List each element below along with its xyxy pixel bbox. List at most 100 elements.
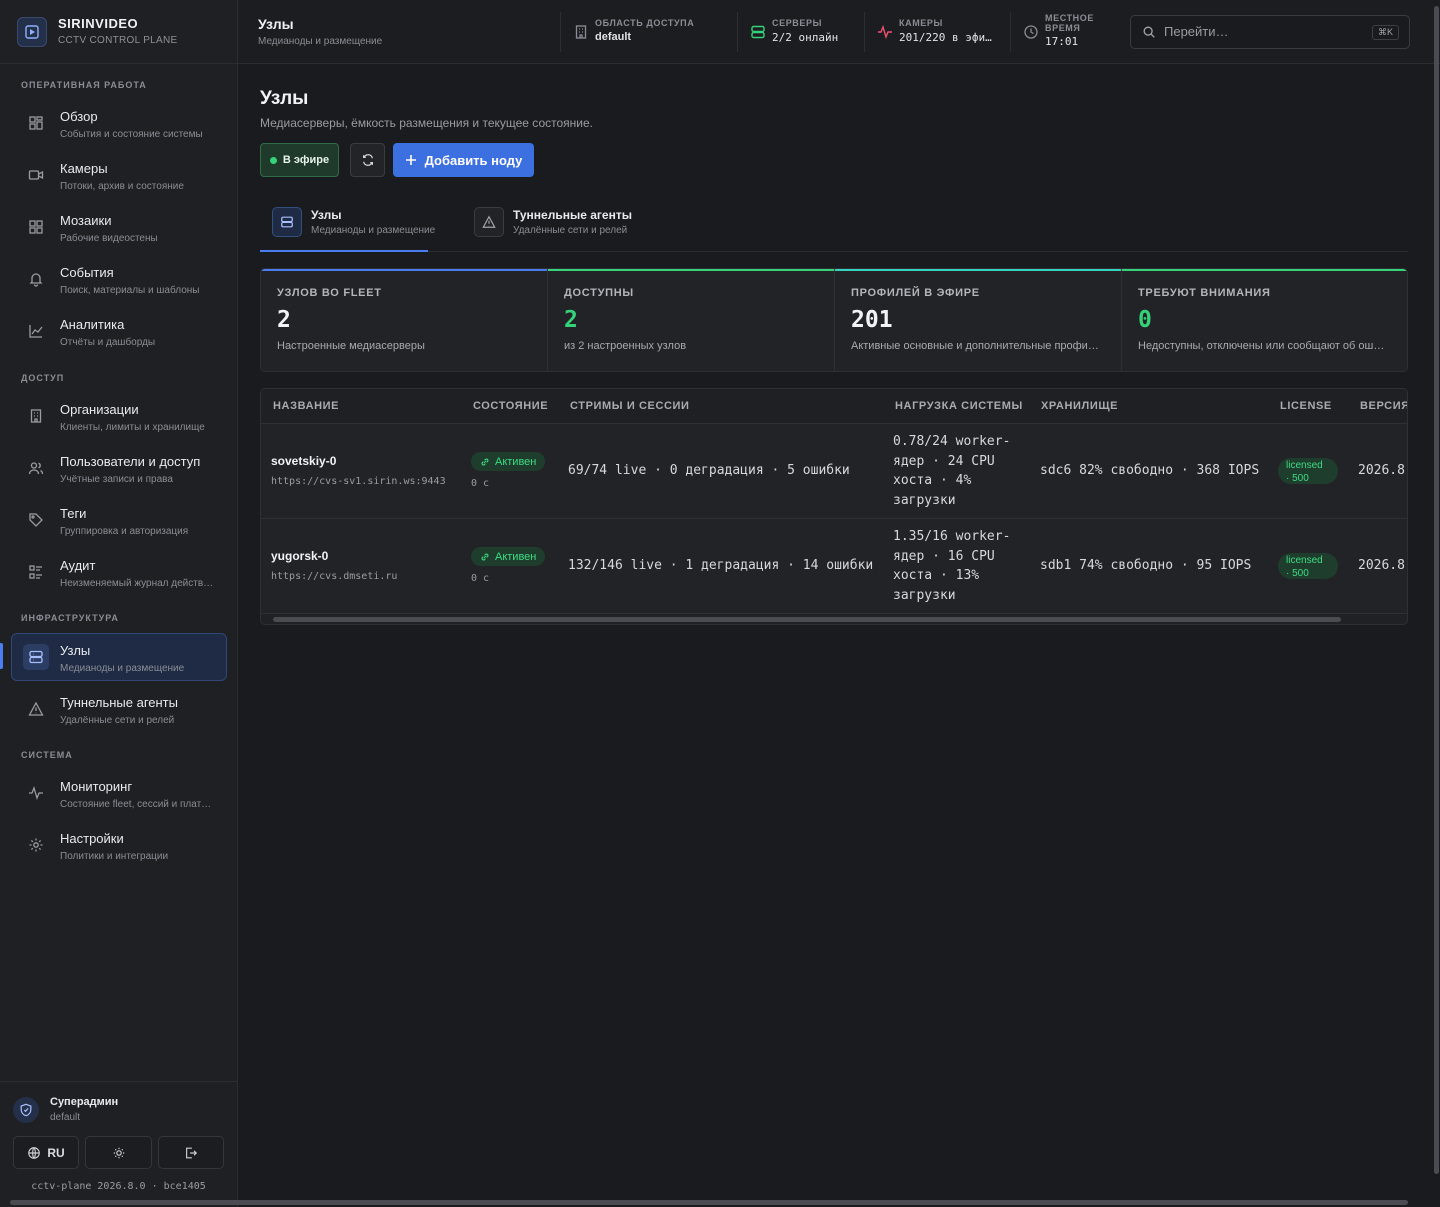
live-dot-icon xyxy=(269,156,277,164)
column-header[interactable]: LICENSE xyxy=(1280,400,1332,412)
building-icon xyxy=(573,24,589,40)
table-row[interactable]: sovetskiy-0 https://cvs-sv1.sirin.ws:944… xyxy=(261,424,1407,519)
sidebar: SIRINVIDEO CCTV CONTROL PLANE ОПЕРАТИВНА… xyxy=(0,0,238,1207)
sidebar-item-organizations[interactable]: Организации Клиенты, лимиты и хранилище xyxy=(11,392,227,440)
card-accent xyxy=(835,269,1121,271)
user-name: Суперадмин xyxy=(50,1096,119,1108)
globe-icon xyxy=(28,1146,41,1159)
sidebar-item-sub: События и состояние системы xyxy=(60,129,203,140)
sidebar-item-mosaics[interactable]: Мозаики Рабочие видеостены xyxy=(11,203,227,251)
table-row[interactable]: yugorsk-0 https://cvs.dmseti.ru Активен … xyxy=(261,519,1407,614)
load-line: ядер · 24 CPU xyxy=(893,453,995,469)
scrollbar-thumb[interactable] xyxy=(10,1200,1408,1205)
sidebar-item-overview[interactable]: Обзор События и состояние системы xyxy=(11,99,227,147)
table-scrollbar[interactable] xyxy=(261,615,1407,624)
tab-bar: Узлы Медианоды и размещение Туннельные а… xyxy=(260,207,1408,252)
shield-icon xyxy=(13,1097,39,1123)
link-icon xyxy=(481,553,489,560)
server-icon xyxy=(272,207,302,237)
scope-stat[interactable]: ОБЛАСТЬ ДОСТУПА default xyxy=(560,12,736,52)
status-age: 0 с xyxy=(471,478,490,489)
page-title: Узлы xyxy=(258,16,294,32)
clock-icon xyxy=(1023,24,1039,40)
status-badge: Активен xyxy=(471,547,546,566)
sidebar-item-monitoring[interactable]: Мониторинг Состояние fleet, сессий и пла… xyxy=(11,769,227,817)
sidebar-item-label: Мониторинг xyxy=(60,779,133,794)
sidebar-item-nodes[interactable]: Узлы Медианоды и размещение xyxy=(11,633,227,681)
section-system: СИСТЕМА xyxy=(21,750,73,760)
refresh-icon xyxy=(362,154,373,166)
logout-icon xyxy=(186,1147,198,1158)
logout-button[interactable] xyxy=(158,1136,224,1169)
sidebar-item-sub: Учётные записи и права xyxy=(60,474,173,485)
load-value: 0.78/24 worker- ядер · 24 CPU хоста · 4%… xyxy=(893,432,1010,510)
pulse-icon xyxy=(877,24,893,40)
card-label: ТРЕБУЮТ ВНИМАНИЯ xyxy=(1138,287,1271,299)
sidebar-item-tags[interactable]: Теги Группировка и авторизация xyxy=(11,496,227,544)
page-horizontal-scrollbar[interactable] xyxy=(0,1197,1432,1207)
card-attention: ТРЕБУЮТ ВНИМАНИЯ 0 Недоступны, отключены… xyxy=(1122,269,1407,371)
sidebar-item-label: Обзор xyxy=(60,109,98,124)
sidebar-item-sub: Клиенты, лимиты и хранилище xyxy=(60,422,205,433)
column-header[interactable]: НАГРУЗКА СИСТЕМЫ xyxy=(895,400,1023,412)
node-name[interactable]: sovetskiy-0 xyxy=(271,454,336,468)
sidebar-item-tunnel-agents[interactable]: Туннельные агенты Удалённые сети и релей xyxy=(11,685,227,733)
brand-name: SIRINVIDEO xyxy=(58,16,139,31)
cameras-value: 201/220 в эфи… xyxy=(899,31,992,44)
time-label-2: ВРЕМЯ xyxy=(1045,23,1081,33)
refresh-button[interactable] xyxy=(350,143,385,177)
load-line: ядер · 16 CPU xyxy=(893,548,995,564)
column-header[interactable]: ХРАНИЛИЩЕ xyxy=(1041,400,1118,412)
card-available: ДОСТУПНЫ 2 из 2 настроенных узлов xyxy=(548,269,835,371)
load-line: хоста · 4% xyxy=(893,473,972,488)
chart-icon xyxy=(26,321,46,341)
sun-icon xyxy=(113,1147,124,1158)
sidebar-item-label: Туннельные агенты xyxy=(60,695,178,710)
sidebar-item-audit[interactable]: Аудит Неизменяемый журнал действ… xyxy=(11,548,227,596)
sidebar-item-events[interactable]: События Поиск, материалы и шаблоны xyxy=(11,255,227,303)
table-header: НАЗВАНИЕ СОСТОЯНИЕ СТРИМЫ И СЕССИИ НАГРУ… xyxy=(261,389,1407,424)
tab-label: Узлы xyxy=(311,208,342,222)
scope-label: ОБЛАСТЬ ДОСТУПА xyxy=(595,18,695,28)
load-line: загрузки xyxy=(893,587,956,603)
column-header[interactable]: НАЗВАНИЕ xyxy=(273,400,339,412)
time-stat: МЕСТНОЕ ВРЕМЯ 17:01 xyxy=(1010,12,1118,52)
sidebar-item-label: События xyxy=(60,265,114,280)
scrollbar-thumb[interactable] xyxy=(273,617,1341,622)
sidebar-item-label: Аудит xyxy=(60,558,96,573)
servers-stat: СЕРВЕРЫ 2/2 онлайн xyxy=(737,12,863,52)
column-header[interactable]: СТРИМЫ И СЕССИИ xyxy=(570,400,690,412)
tab-label: Туннельные агенты xyxy=(513,208,632,222)
theme-toggle-button[interactable] xyxy=(85,1136,152,1169)
card-value: 2 xyxy=(564,307,578,333)
sidebar-item-users[interactable]: Пользователи и доступ Учётные записи и п… xyxy=(11,444,227,492)
sidebar-item-label: Организации xyxy=(60,402,139,417)
tab-nodes[interactable]: Узлы Медианоды и размещение xyxy=(260,203,435,252)
node-name[interactable]: yugorsk-0 xyxy=(271,549,328,563)
sidebar-item-label: Мозаики xyxy=(60,213,112,228)
sidebar-item-label: Аналитика xyxy=(60,317,125,332)
sidebar-item-label: Камеры xyxy=(60,161,108,176)
card-label: ДОСТУПНЫ xyxy=(564,287,634,299)
scrollbar-thumb[interactable] xyxy=(1434,6,1439,1174)
language-button[interactable]: RU xyxy=(13,1136,79,1169)
license-line: licensed xyxy=(1286,555,1323,566)
card-accent xyxy=(261,269,547,271)
storage-value: sdb1 74% свободно · 95 IOPS xyxy=(1040,558,1252,573)
live-label: В эфире xyxy=(282,154,330,166)
column-header[interactable]: ВЕРСИЯ xyxy=(1360,400,1407,412)
status-age: 0 с xyxy=(471,573,490,584)
sidebar-item-analytics[interactable]: Аналитика Отчёты и дашборды xyxy=(11,307,227,355)
search-input[interactable]: Перейти… ⌘K xyxy=(1130,15,1410,49)
add-node-button[interactable]: Добавить ноду xyxy=(393,143,534,177)
content-title: Узлы xyxy=(260,88,309,109)
column-header[interactable]: СОСТОЯНИЕ xyxy=(473,400,548,412)
sidebar-item-cameras[interactable]: Камеры Потоки, архив и состояние xyxy=(11,151,227,199)
sidebar-item-label: Пользователи и доступ xyxy=(60,454,201,469)
card-sub: Недоступны, отключены или сообщают об ош… xyxy=(1138,340,1385,352)
live-toggle-button[interactable]: В эфире xyxy=(260,143,339,177)
tab-tunnel-agents[interactable]: Туннельные агенты Удалённые сети и релей xyxy=(462,203,642,251)
warning-icon xyxy=(474,207,504,237)
sidebar-item-settings[interactable]: Настройки Политики и интеграции xyxy=(11,821,227,869)
page-vertical-scrollbar[interactable] xyxy=(1432,0,1440,1197)
